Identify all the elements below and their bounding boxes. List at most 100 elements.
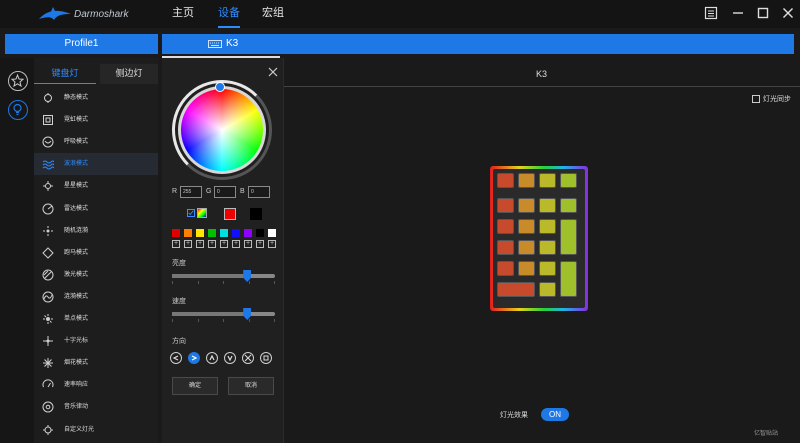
keyboard-key[interactable]: [497, 261, 514, 276]
direction-down-icon[interactable]: [224, 352, 236, 364]
star-icon[interactable]: [8, 71, 28, 91]
black-color-swatch[interactable]: [250, 208, 262, 220]
close-icon[interactable]: [780, 5, 796, 21]
confirm-button[interactable]: 确定: [172, 377, 218, 395]
preset-swatch-9[interactable]: [268, 229, 276, 237]
keyboard-key[interactable]: [497, 173, 514, 188]
fireworks-icon: [42, 357, 54, 369]
effect-item-2[interactable]: 霓虹模式: [34, 109, 158, 131]
g-input[interactable]: 0: [214, 186, 236, 198]
add-swatch-icon[interactable]: +: [208, 240, 216, 248]
preset-swatch-3[interactable]: [196, 229, 204, 237]
effect-item-9[interactable]: 激光模式: [34, 264, 158, 286]
keyboard-key[interactable]: [518, 240, 535, 255]
effect-item-15[interactable]: 音乐律动: [34, 396, 158, 418]
keyboard-key[interactable]: [539, 219, 556, 234]
keyboard-key-tall[interactable]: [560, 261, 577, 297]
keyboard-key[interactable]: [560, 198, 577, 213]
device-title: K3: [536, 69, 548, 79]
light-effect-toggle[interactable]: ON: [541, 408, 569, 421]
keyboard-key[interactable]: [497, 282, 535, 297]
r-input[interactable]: 255: [180, 186, 202, 198]
keyboard-key[interactable]: [518, 198, 535, 213]
brightness-ticks: [172, 281, 275, 285]
preset-swatch-4[interactable]: [208, 229, 216, 237]
maximize-icon[interactable]: [755, 5, 771, 21]
neon-icon: [42, 114, 54, 126]
device-tab[interactable]: K3: [162, 34, 794, 58]
nav-device[interactable]: 设备: [218, 0, 240, 28]
add-swatch-icon[interactable]: +: [196, 240, 204, 248]
preset-swatch-5[interactable]: [220, 229, 228, 237]
nav-home[interactable]: 主页: [172, 0, 194, 28]
add-swatch-icon[interactable]: +: [268, 240, 276, 248]
effect-list-panel: 键盘灯 侧边灯 静态模式 霓虹模式 呼吸模式 波浪模式 星星模式雷达模式随机涟漪 跑马模式…: [34, 58, 158, 443]
keyboard-key[interactable]: [497, 240, 514, 255]
add-swatch-icon[interactable]: +: [244, 240, 252, 248]
keyboard-key[interactable]: [539, 173, 556, 188]
minimize-icon[interactable]: [730, 5, 746, 21]
effect-item-8[interactable]: 跑马模式: [34, 242, 158, 264]
cancel-button[interactable]: 取消: [228, 377, 274, 395]
tab-keyboard-light[interactable]: 键盘灯: [34, 64, 96, 84]
effect-item-label: 雷达模式: [64, 205, 89, 212]
effect-item-13[interactable]: 烟花模式: [34, 352, 158, 374]
profile-tab[interactable]: Profile1: [5, 34, 158, 54]
color-wheel-knob[interactable]: [215, 82, 225, 92]
gradient-checkbox[interactable]: [187, 209, 195, 217]
add-swatch-icon[interactable]: +: [184, 240, 192, 248]
brightness-slider[interactable]: [172, 270, 275, 282]
effect-item-7[interactable]: 随机涟漪: [34, 220, 158, 242]
add-swatch-icon[interactable]: +: [232, 240, 240, 248]
effect-item-3[interactable]: 呼吸模式: [34, 131, 158, 153]
direction-right-icon[interactable]: [188, 352, 200, 364]
effect-item-4[interactable]: 波浪模式: [34, 153, 158, 176]
keyboard-key[interactable]: [539, 261, 556, 276]
speed-icon: [42, 379, 54, 391]
effect-item-16[interactable]: 自定义灯光: [34, 419, 158, 441]
keyboard-key[interactable]: [497, 198, 514, 213]
color-wheel[interactable]: [178, 86, 266, 174]
settings-icon[interactable]: [703, 5, 719, 21]
keyboard-key[interactable]: [539, 282, 556, 297]
tab-side-light[interactable]: 侧边灯: [100, 64, 158, 84]
b-input[interactable]: 0: [248, 186, 270, 198]
light-sync-checkbox[interactable]: [752, 95, 760, 103]
effect-item-6[interactable]: 雷达模式: [34, 198, 158, 220]
effect-item-1[interactable]: 静态模式: [34, 87, 158, 109]
effect-item-11[interactable]: 单点模式: [34, 308, 158, 330]
preset-swatch-7[interactable]: [244, 229, 252, 237]
nav-macro[interactable]: 宏组: [262, 0, 284, 28]
effect-item-14[interactable]: 速率响应: [34, 374, 158, 396]
preset-swatch-2[interactable]: [184, 229, 192, 237]
add-swatch-icon[interactable]: +: [220, 240, 228, 248]
effect-item-label: 自定义灯光: [64, 426, 95, 433]
keyboard-key[interactable]: [497, 219, 514, 234]
preset-swatch-8[interactable]: [256, 229, 264, 237]
speed-slider[interactable]: [172, 308, 275, 320]
keyboard-key[interactable]: [560, 173, 577, 188]
direction-up-icon[interactable]: [206, 352, 218, 364]
effect-item-12[interactable]: 十字光标: [34, 330, 158, 352]
preset-swatch-1[interactable]: [172, 229, 180, 237]
keyboard-key[interactable]: [539, 198, 556, 213]
selected-color-swatch[interactable]: [224, 208, 236, 220]
panel-close-icon[interactable]: [268, 64, 278, 77]
direction-inward-icon[interactable]: [242, 352, 254, 364]
effect-item-10[interactable]: 涟漪模式: [34, 286, 158, 308]
add-swatch-icon[interactable]: +: [256, 240, 264, 248]
effect-item-5[interactable]: 星星模式: [34, 175, 158, 197]
preset-swatch-6[interactable]: [232, 229, 240, 237]
keyboard-key-tall[interactable]: [560, 219, 577, 255]
add-swatch-icon[interactable]: +: [172, 240, 180, 248]
lightbulb-icon[interactable]: [8, 100, 28, 120]
keyboard-key[interactable]: [518, 261, 535, 276]
keyboard-key[interactable]: [539, 240, 556, 255]
effect-item-label: 十字光标: [64, 338, 89, 345]
keyboard-key[interactable]: [518, 173, 535, 188]
speed-ticks: [172, 319, 275, 323]
gradient-swatch[interactable]: [197, 208, 207, 218]
direction-outward-icon[interactable]: [260, 352, 272, 364]
keyboard-key[interactable]: [518, 219, 535, 234]
direction-left-icon[interactable]: [170, 352, 182, 364]
